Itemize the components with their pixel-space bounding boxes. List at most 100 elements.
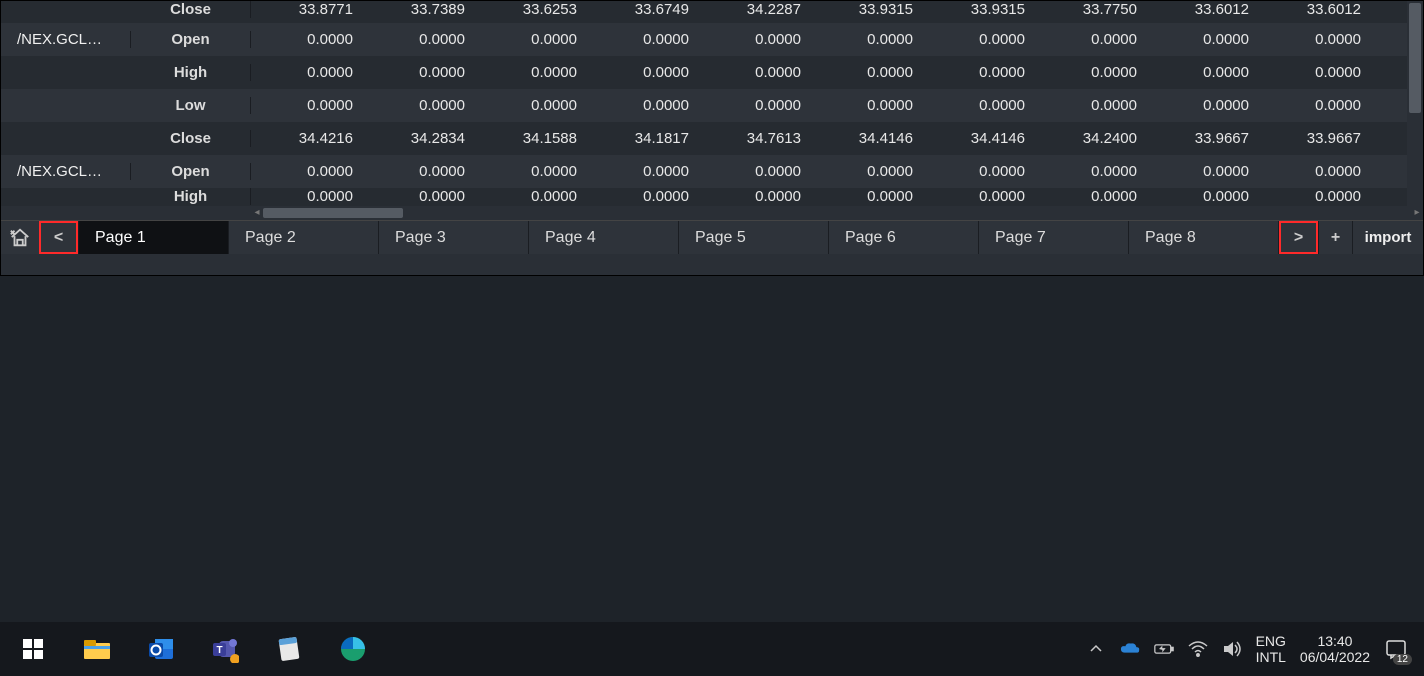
add-page-button[interactable]: + xyxy=(1319,221,1353,254)
value-cell: 0.0000 xyxy=(251,188,363,205)
value-cell: 0.0000 xyxy=(699,64,811,81)
value-cell: 34.1588 xyxy=(475,130,587,147)
horizontal-scrollbar[interactable]: ◂ ▸ xyxy=(251,206,1423,220)
value-cell: 33.6253 xyxy=(475,1,587,18)
notepad-icon[interactable] xyxy=(274,634,304,664)
value-cell: 0.0000 xyxy=(1035,97,1147,114)
import-button[interactable]: import xyxy=(1353,221,1423,254)
add-page-label: + xyxy=(1331,229,1340,247)
page-tab[interactable]: Page 1 xyxy=(79,221,229,254)
symbol-cell[interactable]: /NEX.GCL… xyxy=(1,31,131,48)
value-cell: 33.9667 xyxy=(1147,130,1259,147)
value-cell: 0.0000 xyxy=(475,64,587,81)
value-cell: 0.0000 xyxy=(475,97,587,114)
battery-icon[interactable] xyxy=(1154,639,1174,659)
page-tab[interactable]: Page 3 xyxy=(379,221,529,254)
page-tab-label: Page 2 xyxy=(245,229,296,247)
start-button[interactable] xyxy=(18,634,48,664)
volume-icon[interactable] xyxy=(1222,639,1242,659)
value-cell: 0.0000 xyxy=(1147,97,1259,114)
value-cell: 0.0000 xyxy=(699,31,811,48)
vertical-scrollbar-thumb[interactable] xyxy=(1409,3,1421,113)
table-row: /NEX.GCL…Open0.00000.00000.00000.00000.0… xyxy=(1,155,1423,188)
prev-page-button[interactable]: < xyxy=(39,221,79,254)
onedrive-icon[interactable] xyxy=(1120,639,1140,659)
lang-line1: ENG xyxy=(1256,633,1286,649)
ohlc-label: Open xyxy=(131,31,251,48)
value-cell: 33.7389 xyxy=(363,1,475,18)
value-cell: 0.0000 xyxy=(587,188,699,205)
value-cell: 0.0000 xyxy=(923,188,1035,205)
value-cell: 0.0000 xyxy=(587,97,699,114)
notifications-count: 12 xyxy=(1393,654,1412,665)
value-cell: 0.0000 xyxy=(1035,188,1147,205)
clock[interactable]: 13:40 06/04/2022 xyxy=(1300,633,1370,665)
value-cell: 34.7613 xyxy=(699,130,811,147)
page-tab[interactable]: Page 5 xyxy=(679,221,829,254)
value-cell: 34.2400 xyxy=(1035,130,1147,147)
page-tab-label: Page 3 xyxy=(395,229,446,247)
value-cell: 0.0000 xyxy=(1035,163,1147,180)
windows-taskbar: T ENG INTL 13:40 06/04/2022 xyxy=(0,622,1424,676)
data-grid: Close33.877133.738933.625333.674934.2287… xyxy=(1,1,1423,206)
home-icon-button[interactable] xyxy=(1,221,39,254)
page-tab[interactable]: Page 2 xyxy=(229,221,379,254)
hscroll-thumb[interactable] xyxy=(263,208,403,218)
teams-icon[interactable]: T xyxy=(210,634,240,664)
hscroll-left-arrow[interactable]: ◂ xyxy=(251,206,263,220)
value-cell: 0.0000 xyxy=(1259,163,1371,180)
symbol-cell[interactable]: /NEX.GCL… xyxy=(1,163,131,180)
table-row: Close33.877133.738933.625333.674934.2287… xyxy=(1,1,1423,23)
value-cell: 0.0000 xyxy=(251,163,363,180)
desktop-area xyxy=(0,276,1424,622)
page-tab[interactable]: Page 8 xyxy=(1129,221,1279,254)
page-tab[interactable]: Page 4 xyxy=(529,221,679,254)
next-page-button[interactable]: > xyxy=(1279,221,1319,254)
value-cell: 0.0000 xyxy=(251,97,363,114)
edge-icon[interactable] xyxy=(338,634,368,664)
page-tab-label: Page 7 xyxy=(995,229,1046,247)
value-cell: 0.0000 xyxy=(1147,64,1259,81)
wifi-icon[interactable] xyxy=(1188,639,1208,659)
value-cell: 34.4146 xyxy=(811,130,923,147)
value-cell: 0.0000 xyxy=(811,163,923,180)
value-cell: 33.6012 xyxy=(1147,1,1259,18)
notifications-icon[interactable]: 12 xyxy=(1384,637,1408,661)
value-cell: 0.0000 xyxy=(363,97,475,114)
value-cell: 0.0000 xyxy=(587,163,699,180)
value-cell: 0.0000 xyxy=(475,188,587,205)
taskbar-right-group: ENG INTL 13:40 06/04/2022 12 xyxy=(1086,633,1424,665)
clock-time: 13:40 xyxy=(1317,633,1352,649)
ohlc-label: Close xyxy=(131,1,251,18)
page-tab-bar: < Page 1 Page 2 Page 3 Page 4Page 5Page 6 Pa… xyxy=(1,220,1423,254)
outlook-icon[interactable] xyxy=(146,634,176,664)
value-cell: 0.0000 xyxy=(811,97,923,114)
table-row: High0.00000.00000.00000.00000.00000.0000… xyxy=(1,188,1423,206)
hscroll-right-arrow[interactable]: ▸ xyxy=(1411,206,1423,220)
value-cell: 0.0000 xyxy=(251,64,363,81)
value-cell: 0.0000 xyxy=(363,188,475,205)
value-cell: 0.0000 xyxy=(1035,64,1147,81)
value-cell: 33.8771 xyxy=(251,1,363,18)
page-tab[interactable]: Page 6 xyxy=(829,221,979,254)
value-cell: 0.0000 xyxy=(1259,31,1371,48)
value-cell: 0.0000 xyxy=(587,31,699,48)
tray-chevron-icon[interactable] xyxy=(1086,639,1106,659)
value-cell: 0.0000 xyxy=(587,64,699,81)
value-cell: 0.0000 xyxy=(1259,188,1371,205)
file-explorer-icon[interactable] xyxy=(82,634,112,664)
page-tab[interactable]: Page 7 xyxy=(979,221,1129,254)
value-cell: 0.0000 xyxy=(923,31,1035,48)
language-indicator[interactable]: ENG INTL xyxy=(1256,633,1286,665)
table-row: Close34.421634.283434.158834.181734.7613… xyxy=(1,122,1423,155)
prev-page-label: < xyxy=(54,229,63,247)
hscroll-track[interactable] xyxy=(263,208,1411,218)
value-cell: 33.9667 xyxy=(1259,130,1371,147)
value-cell: 0.0000 xyxy=(1259,97,1371,114)
page-tab-label: Page 8 xyxy=(1145,229,1196,247)
value-cell: 0.0000 xyxy=(699,188,811,205)
clock-date: 06/04/2022 xyxy=(1300,649,1370,665)
vertical-scrollbar[interactable] xyxy=(1407,1,1423,206)
value-cell: 33.9315 xyxy=(811,1,923,18)
value-cell: 0.0000 xyxy=(699,163,811,180)
